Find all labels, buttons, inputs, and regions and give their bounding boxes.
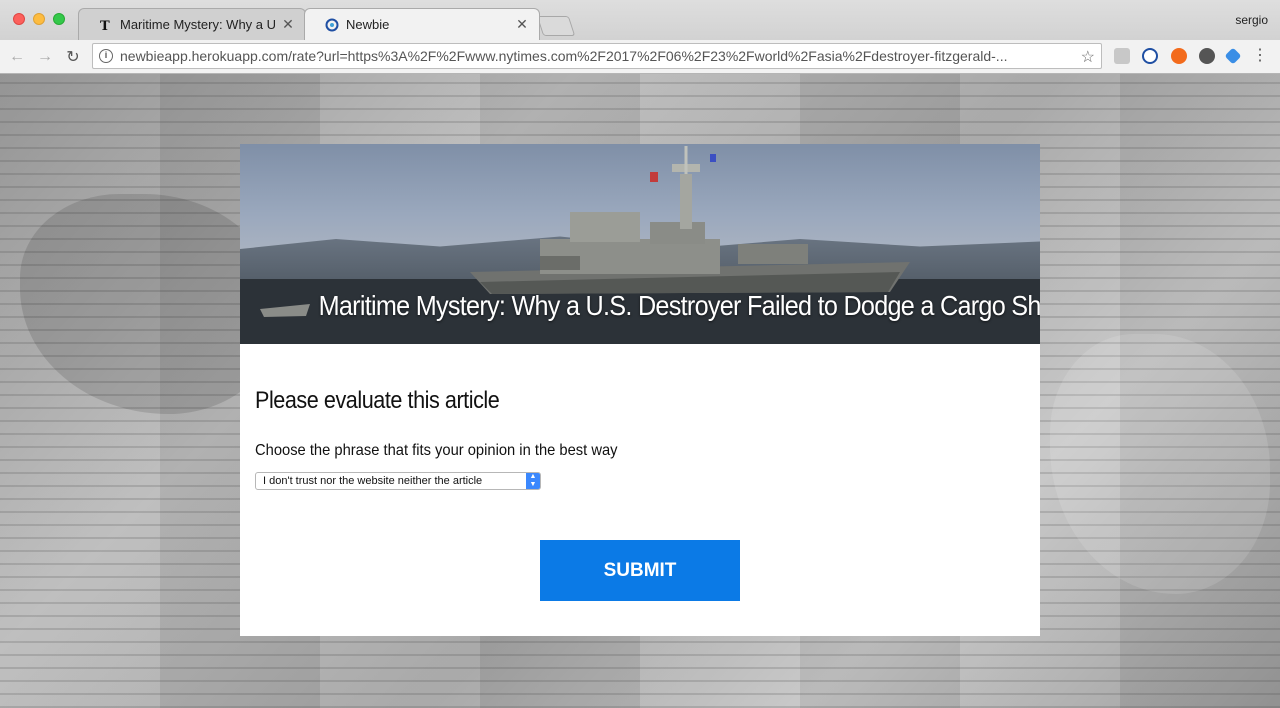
site-info-icon[interactable]: i	[99, 49, 113, 63]
tab-title: Maritime Mystery: Why a U.S	[120, 17, 275, 32]
bookmark-star-icon[interactable]: ☆	[1081, 47, 1095, 67]
newspaper-background	[1050, 334, 1270, 594]
extension-blue-icon[interactable]	[1224, 47, 1242, 65]
article-hero-image: Maritime Mystery: Why a U.S. Destroyer F…	[240, 144, 1040, 344]
newbie-logo-icon	[325, 18, 339, 32]
opinion-label: Choose the phrase that fits your opinion…	[255, 442, 618, 459]
select-arrows-icon[interactable]: ▲ ▼	[526, 473, 540, 489]
rating-card: Maritime Mystery: Why a U.S. Destroyer F…	[240, 144, 1040, 636]
extension-orange-icon[interactable]	[1171, 48, 1187, 64]
close-tab-icon[interactable]: ✕	[281, 16, 295, 33]
reload-icon[interactable]: ↻	[62, 46, 84, 68]
extension-dark-icon[interactable]	[1199, 48, 1215, 64]
nyt-logo-icon: T	[99, 18, 113, 32]
opinion-select[interactable]: I don't trust nor the website neither th…	[255, 472, 541, 490]
minimize-window-button[interactable]	[33, 13, 45, 25]
close-tab-icon[interactable]: ✕	[515, 16, 529, 33]
evaluation-heading: Please evaluate this article	[255, 387, 500, 414]
tab-newbie[interactable]: Newbie ✕	[304, 8, 540, 40]
submit-button[interactable]: SUBMIT	[540, 540, 740, 601]
browser-toolbar: ← → ↻ i newbieapp.herokuapp.com/rate?url…	[0, 40, 1280, 74]
maximize-window-button[interactable]	[53, 13, 65, 25]
back-arrow-icon[interactable]: ←	[6, 46, 28, 68]
url-text[interactable]: newbieapp.herokuapp.com/rate?url=https%3…	[120, 48, 1080, 64]
new-tab-button[interactable]	[536, 16, 576, 36]
address-bar[interactable]: i newbieapp.herokuapp.com/rate?url=https…	[92, 43, 1102, 69]
extension-page-icon[interactable]	[1114, 48, 1130, 64]
opinion-select-value: I don't trust nor the website neither th…	[263, 475, 483, 487]
article-title: Maritime Mystery: Why a U.S. Destroyer F…	[318, 290, 1040, 321]
browser-menu-icon[interactable]: ⋮	[1252, 46, 1268, 66]
tab-maritime-mystery[interactable]: T Maritime Mystery: Why a U.S ✕	[78, 8, 306, 40]
svg-text:T: T	[100, 19, 110, 32]
browser-titlebar: T Maritime Mystery: Why a U.S ✕ Newbie ✕…	[0, 0, 1280, 40]
forward-arrow-icon[interactable]: →	[34, 46, 56, 68]
page-background: Maritime Mystery: Why a U.S. Destroyer F…	[0, 74, 1280, 708]
close-window-button[interactable]	[13, 13, 25, 25]
newbie-extension-icon[interactable]	[1142, 48, 1158, 64]
tab-title: Newbie	[346, 17, 390, 32]
profile-name[interactable]: sergio	[1235, 13, 1268, 27]
